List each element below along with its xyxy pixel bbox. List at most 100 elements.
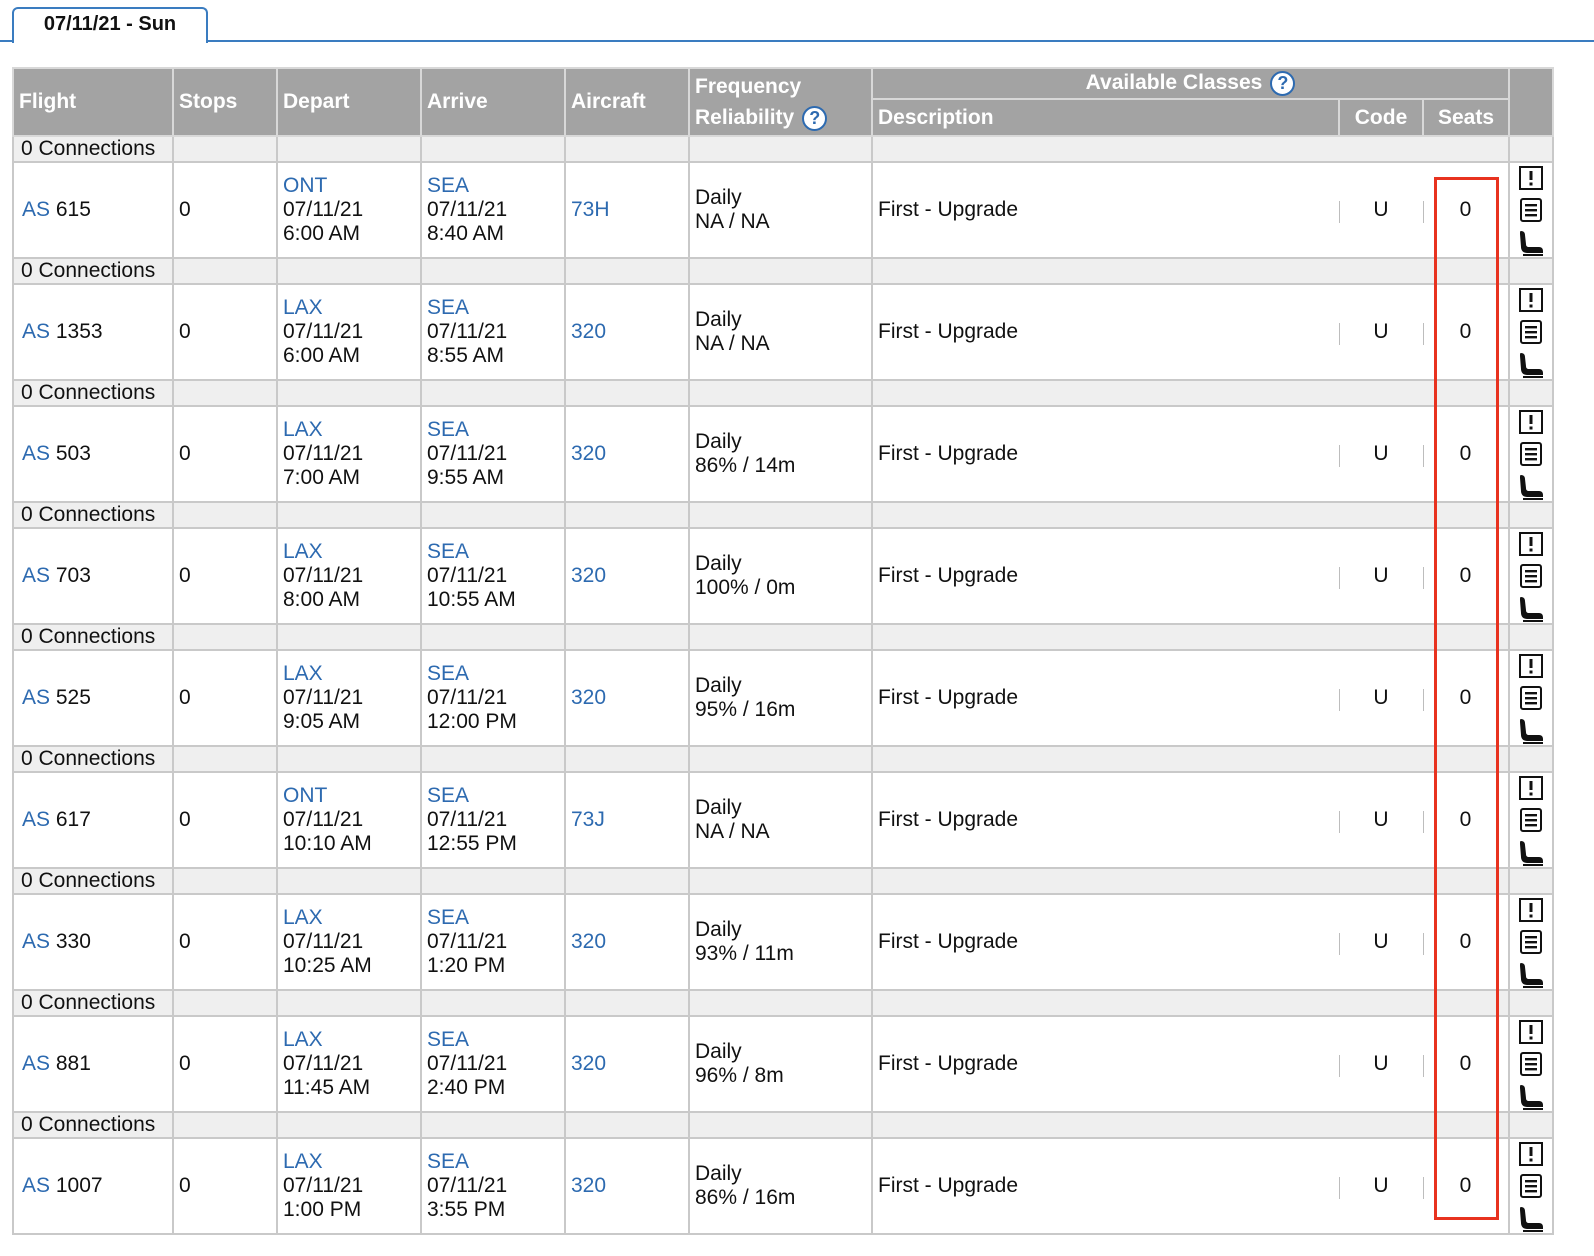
details-list-icon[interactable]	[1518, 1051, 1544, 1077]
flight-number: 1007	[55, 1174, 103, 1197]
seat-icon[interactable]	[1517, 351, 1545, 379]
depart-airport-link[interactable]: LAX	[283, 540, 323, 563]
alert-box-icon[interactable]	[1518, 531, 1544, 557]
depart-cell: ONT 07/11/21 6:00 AM	[276, 161, 422, 259]
alert-box-icon[interactable]	[1518, 775, 1544, 801]
seat-icon[interactable]	[1517, 961, 1545, 989]
flight-cell: AS 1353	[12, 283, 174, 381]
frequency-text: Daily	[695, 1040, 742, 1063]
aircraft-link[interactable]: 320	[571, 320, 606, 343]
arrive-airport-link[interactable]: SEA	[427, 174, 469, 197]
seat-icon[interactable]	[1517, 473, 1545, 501]
alert-box-icon[interactable]	[1518, 1141, 1544, 1167]
aircraft-link[interactable]: 320	[571, 564, 606, 587]
arrive-airport-link[interactable]: SEA	[427, 1150, 469, 1173]
arrive-airport-link[interactable]: SEA	[427, 662, 469, 685]
flight-number: 617	[55, 808, 91, 831]
alert-box-icon[interactable]	[1518, 897, 1544, 923]
aircraft-link[interactable]: 320	[571, 930, 606, 953]
actions-cell	[1508, 771, 1554, 869]
reliability-text: NA / NA	[695, 332, 770, 355]
aircraft-link[interactable]: 73H	[571, 198, 610, 221]
cell-divider	[1339, 933, 1340, 955]
seat-icon[interactable]	[1517, 229, 1545, 257]
alert-box-icon[interactable]	[1518, 409, 1544, 435]
arrive-airport-link[interactable]: SEA	[427, 906, 469, 929]
class-code: U	[1373, 808, 1389, 831]
seat-icon[interactable]	[1517, 1205, 1545, 1233]
details-list-icon[interactable]	[1518, 1173, 1544, 1199]
alert-box-icon[interactable]	[1518, 1019, 1544, 1045]
depart-airport-link[interactable]: LAX	[283, 906, 323, 929]
arrive-time: 8:40 AM	[427, 222, 505, 245]
aircraft-link[interactable]: 320	[571, 1174, 606, 1197]
stops-cell: 0	[172, 771, 278, 869]
depart-airport-link[interactable]: LAX	[283, 662, 323, 685]
aircraft-link[interactable]: 320	[571, 1052, 606, 1075]
aircraft-link[interactable]: 320	[571, 442, 606, 465]
arrive-airport-link[interactable]: SEA	[427, 540, 469, 563]
alert-box-icon[interactable]	[1518, 165, 1544, 191]
aircraft-cell: 73H	[564, 161, 690, 259]
class-code-cell: U	[1339, 1015, 1423, 1113]
arrive-airport-link[interactable]: SEA	[427, 784, 469, 807]
carrier-link[interactable]: AS	[22, 930, 50, 953]
depart-airport-link[interactable]: ONT	[283, 174, 327, 197]
cell-divider	[1423, 811, 1424, 833]
arrive-airport-link[interactable]: SEA	[427, 418, 469, 441]
aircraft-link[interactable]: 320	[571, 686, 606, 709]
carrier-link[interactable]: AS	[22, 442, 50, 465]
seat-icon[interactable]	[1517, 595, 1545, 623]
details-list-icon[interactable]	[1518, 685, 1544, 711]
seat-icon[interactable]	[1517, 717, 1545, 745]
depart-airport-link[interactable]: LAX	[283, 1028, 323, 1051]
arrive-airport-link[interactable]: SEA	[427, 1028, 469, 1051]
frequency-text: Daily	[695, 552, 742, 575]
stops-cell: 0	[172, 649, 278, 747]
carrier-link[interactable]: AS	[22, 198, 50, 221]
details-list-icon[interactable]	[1518, 441, 1544, 467]
connections-row: 0 Connections	[12, 379, 1554, 407]
class-code-cell: U	[1339, 649, 1423, 747]
carrier-link[interactable]: AS	[22, 320, 50, 343]
arrive-cell: SEA 07/11/21 1:20 PM	[420, 893, 566, 991]
depart-date: 07/11/21	[283, 1052, 364, 1075]
arrive-date: 07/11/21	[427, 564, 508, 587]
help-circle-icon[interactable]: ?	[1270, 71, 1296, 96]
arrive-airport-link[interactable]: SEA	[427, 296, 469, 319]
arrive-time: 2:40 PM	[427, 1076, 506, 1099]
aircraft-cell: 73J	[564, 771, 690, 869]
seat-icon[interactable]	[1517, 1083, 1545, 1111]
depart-airport-link[interactable]: LAX	[283, 1150, 323, 1173]
tab-date[interactable]: 07/11/21 - Sun	[12, 7, 208, 43]
details-list-icon[interactable]	[1518, 563, 1544, 589]
header-reliability: Reliability	[695, 106, 795, 129]
carrier-link[interactable]: AS	[22, 1174, 50, 1197]
actions-cell	[1508, 1015, 1554, 1113]
seat-icon[interactable]	[1517, 839, 1545, 867]
details-list-icon[interactable]	[1518, 929, 1544, 955]
stops-cell: 0	[172, 405, 278, 503]
carrier-link[interactable]: AS	[22, 1052, 50, 1075]
class-code-cell: U	[1339, 161, 1423, 259]
carrier-link[interactable]: AS	[22, 686, 50, 709]
connections-label: 0 Connections	[12, 501, 174, 529]
alert-box-icon[interactable]	[1518, 653, 1544, 679]
depart-airport-link[interactable]: LAX	[283, 418, 323, 441]
help-circle-icon[interactable]: ?	[802, 105, 828, 131]
arrive-time: 1:20 PM	[427, 954, 506, 977]
details-list-icon[interactable]	[1518, 197, 1544, 223]
carrier-link[interactable]: AS	[22, 808, 50, 831]
depart-airport-link[interactable]: ONT	[283, 784, 327, 807]
frequency-text: Daily	[695, 308, 742, 331]
aircraft-link[interactable]: 73J	[571, 808, 605, 831]
arrive-date: 07/11/21	[427, 930, 508, 953]
flight-number: 881	[55, 1052, 91, 1075]
details-list-icon[interactable]	[1518, 807, 1544, 833]
carrier-link[interactable]: AS	[22, 564, 50, 587]
details-list-icon[interactable]	[1518, 319, 1544, 345]
depart-airport-link[interactable]: LAX	[283, 296, 323, 319]
seats-cell: 0	[1423, 405, 1510, 503]
connections-label: 0 Connections	[12, 989, 174, 1017]
alert-box-icon[interactable]	[1518, 287, 1544, 313]
